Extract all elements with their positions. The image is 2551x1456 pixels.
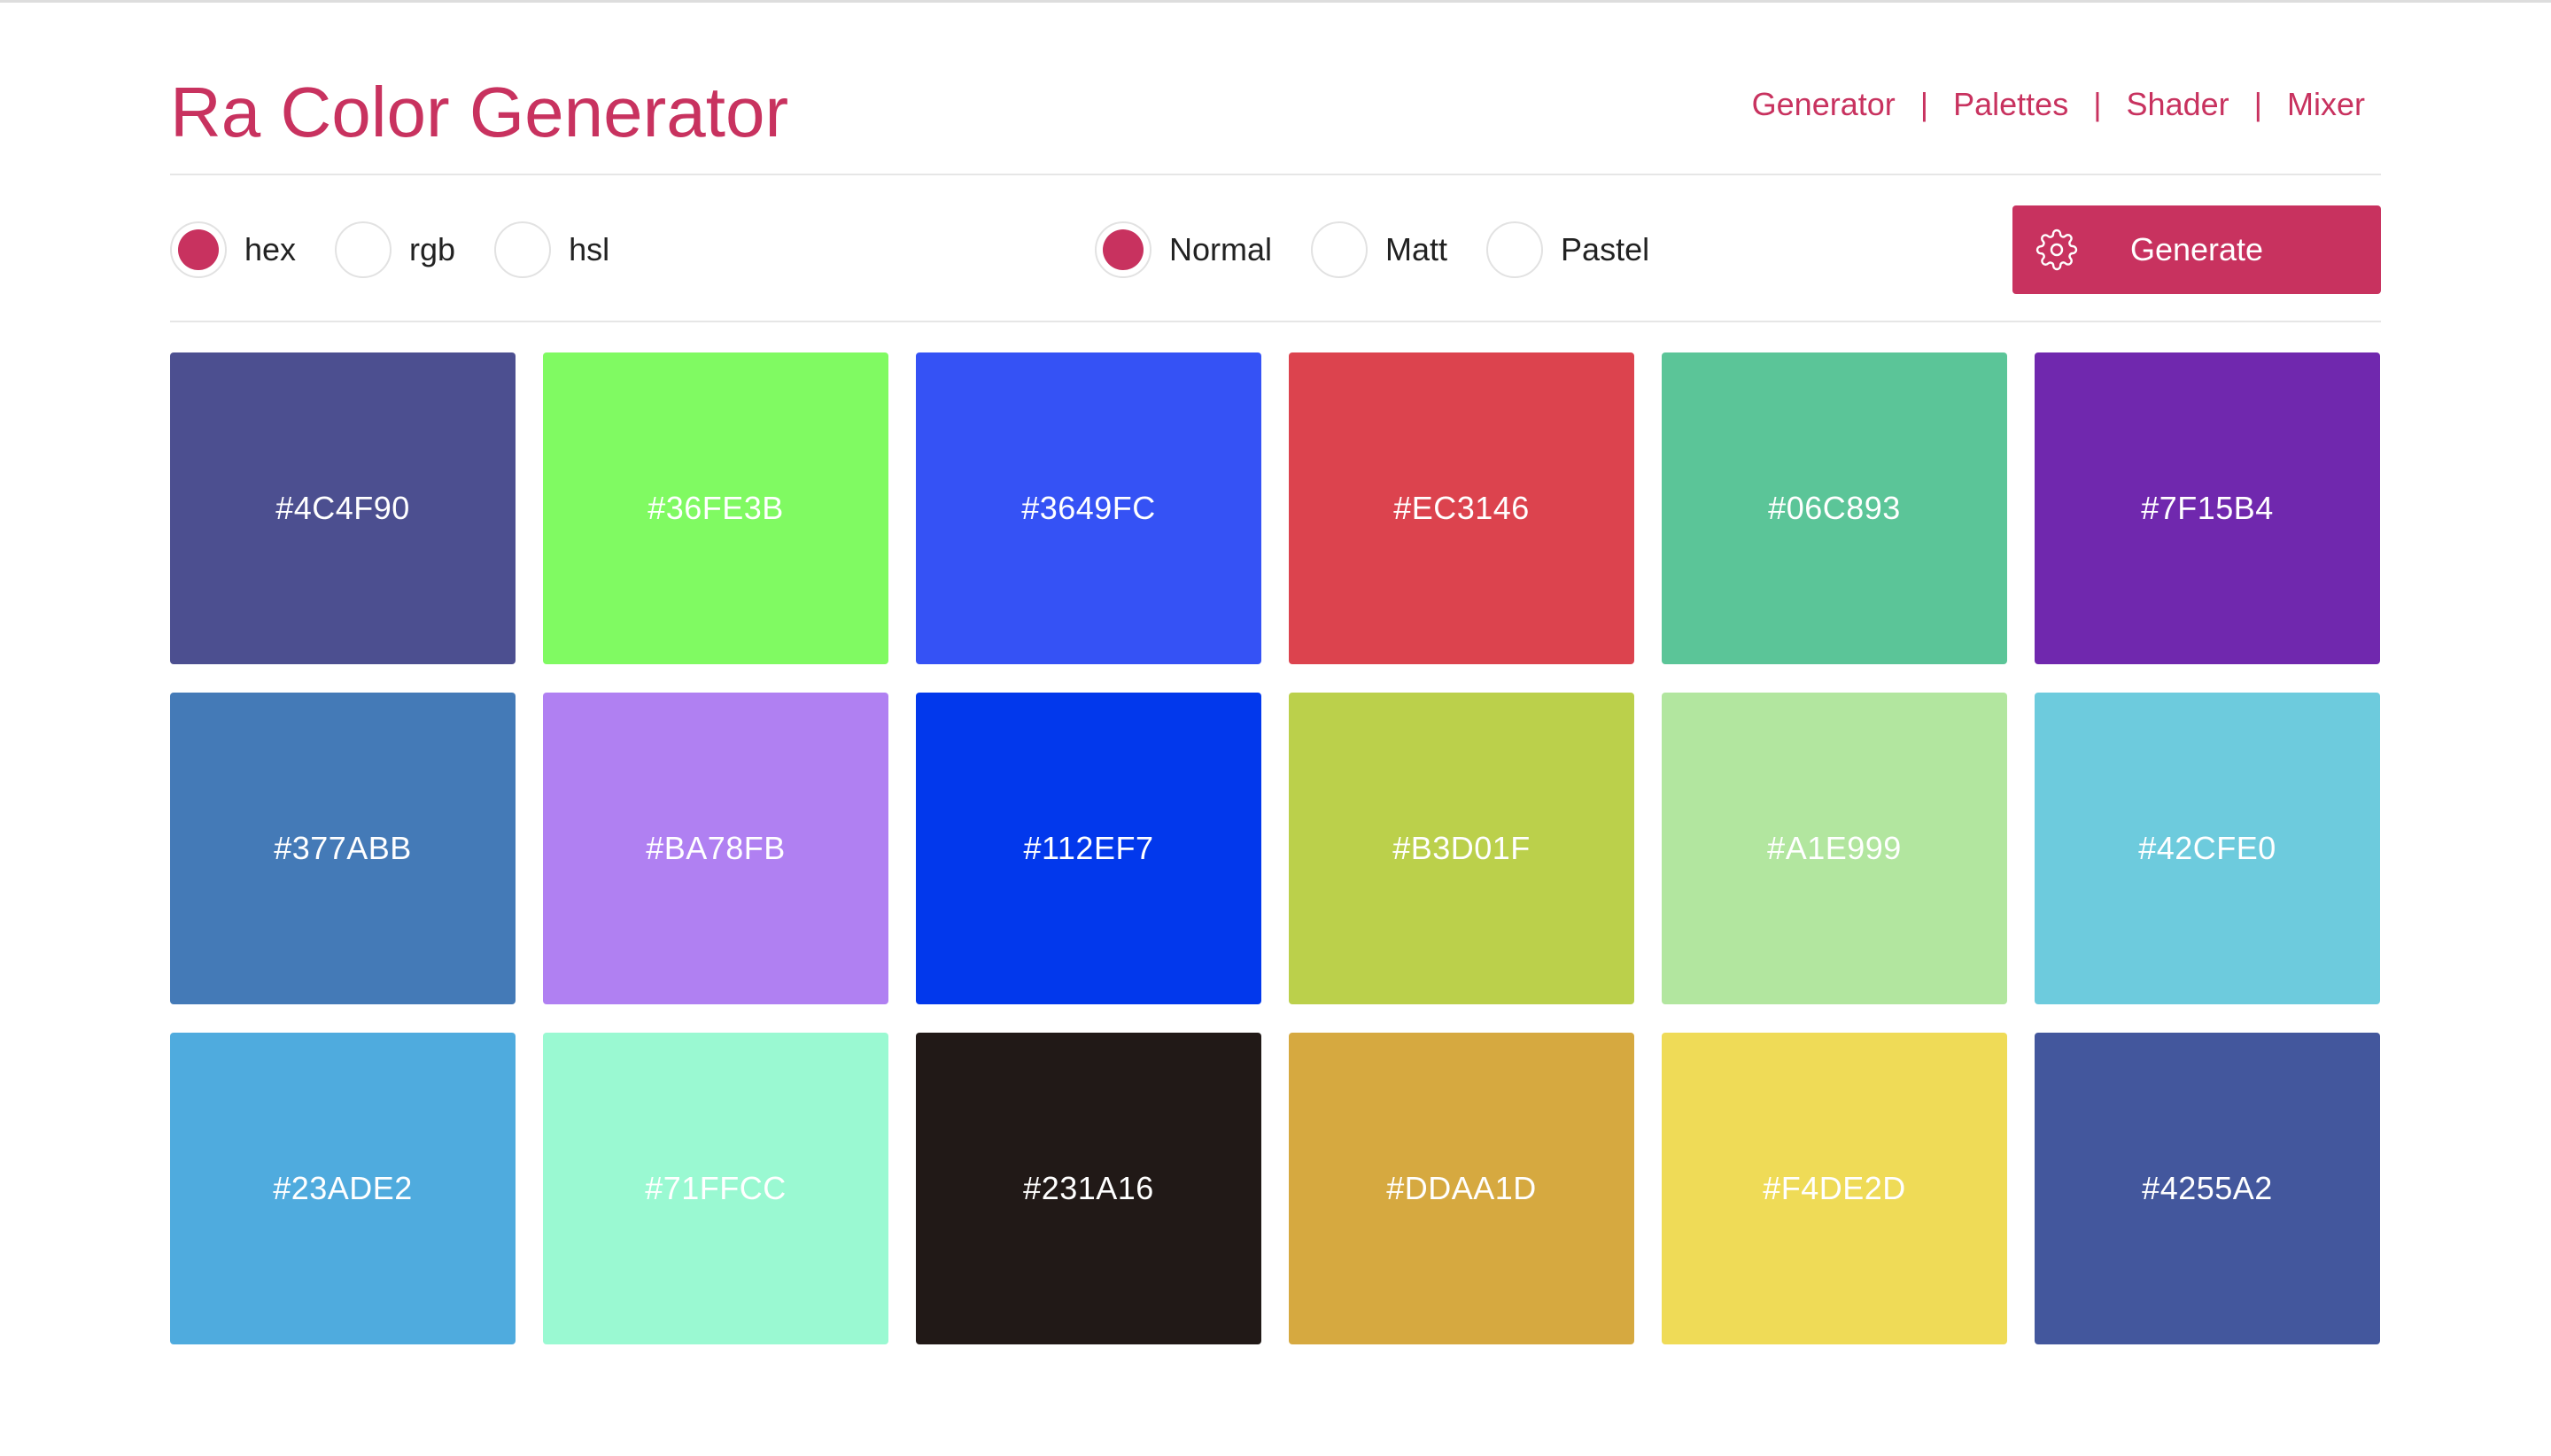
app-title: Ra Color Generator <box>170 73 789 151</box>
nav-link-generator[interactable]: Generator <box>1752 80 1896 129</box>
swatch-hex-label: #A1E999 <box>1767 830 1902 866</box>
swatch-hex-label: #F4DE2D <box>1763 1170 1906 1206</box>
style-radio-group: Normal Matt Pastel <box>1095 204 1688 296</box>
generate-button[interactable]: Generate <box>2012 205 2381 294</box>
swatch-hex-label: #42CFE0 <box>2138 830 2276 866</box>
radio-label: hex <box>244 231 297 267</box>
color-swatch[interactable]: #06C893 <box>1662 352 2007 664</box>
nav-link-shader[interactable]: Shader <box>2127 80 2229 129</box>
swatch-hex-label: #BA78FB <box>646 830 786 866</box>
radio-button-hex[interactable] <box>170 221 227 278</box>
color-swatch[interactable]: #A1E999 <box>1662 693 2007 1004</box>
swatch-hex-label: #B3D01F <box>1392 830 1531 866</box>
style-option-pastel[interactable]: Pastel <box>1486 221 1649 278</box>
swatch-hex-label: #112EF7 <box>1023 830 1154 866</box>
swatch-hex-label: #231A16 <box>1023 1170 1154 1206</box>
radio-label: Normal <box>1169 231 1273 267</box>
top-border <box>0 0 2551 3</box>
radio-label: Pastel <box>1561 231 1650 267</box>
header: Ra Color Generator Generator | Palettes … <box>170 53 2381 177</box>
swatch-hex-label: #71FFCC <box>645 1170 787 1206</box>
nav-link-mixer[interactable]: Mixer <box>2287 80 2365 129</box>
main-nav: Generator | Palettes | Shader | Mixer <box>1752 80 2365 129</box>
color-swatch[interactable]: #71FFCC <box>543 1033 888 1344</box>
color-swatch[interactable]: #4C4F90 <box>170 352 516 664</box>
controls-bar: hex rgb hsl Normal Matt Pastel Generate <box>170 204 2381 296</box>
swatch-hex-label: #EC3146 <box>1393 490 1530 526</box>
nav-link-palettes[interactable]: Palettes <box>1953 80 2068 129</box>
generate-button-label: Generate <box>2129 231 2264 267</box>
radio-label: hsl <box>569 231 610 267</box>
color-swatch[interactable]: #231A16 <box>916 1033 1261 1344</box>
color-swatch[interactable]: #23ADE2 <box>170 1033 516 1344</box>
nav-separator: | <box>2253 86 2262 122</box>
swatch-hex-label: #4255A2 <box>2142 1170 2273 1206</box>
controls-divider <box>170 321 2381 322</box>
color-swatch[interactable]: #36FE3B <box>543 352 888 664</box>
color-swatch[interactable]: #4255A2 <box>2035 1033 2380 1344</box>
nav-separator: | <box>2093 86 2102 122</box>
color-swatch[interactable]: #DDAA1D <box>1289 1033 1634 1344</box>
color-swatch[interactable]: #377ABB <box>170 693 516 1004</box>
radio-button-pastel[interactable] <box>1486 221 1544 278</box>
swatch-hex-label: #3649FC <box>1021 490 1156 526</box>
color-swatch[interactable]: #3649FC <box>916 352 1261 664</box>
style-option-matt[interactable]: Matt <box>1311 221 1447 278</box>
color-swatch[interactable]: #F4DE2D <box>1662 1033 2007 1344</box>
swatch-hex-label: #7F15B4 <box>2141 490 2274 526</box>
nav-separator: | <box>1919 86 1929 122</box>
radio-label: Matt <box>1385 231 1448 267</box>
format-option-hsl[interactable]: hsl <box>494 221 609 278</box>
radio-button-rgb[interactable] <box>335 221 392 278</box>
format-option-rgb[interactable]: rgb <box>335 221 455 278</box>
swatch-hex-label: #23ADE2 <box>273 1170 413 1206</box>
radio-label: rgb <box>409 231 456 267</box>
color-swatch[interactable]: #B3D01F <box>1289 693 1634 1004</box>
radio-button-matt[interactable] <box>1311 221 1369 278</box>
style-option-normal[interactable]: Normal <box>1095 221 1272 278</box>
swatch-hex-label: #06C893 <box>1768 490 1901 526</box>
color-swatch[interactable]: #112EF7 <box>916 693 1261 1004</box>
radio-button-hsl[interactable] <box>494 221 552 278</box>
swatch-hex-label: #377ABB <box>274 830 412 866</box>
format-radio-group: hex rgb hsl <box>170 204 648 296</box>
color-swatch[interactable]: #BA78FB <box>543 693 888 1004</box>
format-option-hex[interactable]: hex <box>170 221 296 278</box>
color-swatch[interactable]: #EC3146 <box>1289 352 1634 664</box>
swatch-hex-label: #36FE3B <box>647 490 784 526</box>
header-divider <box>170 174 2381 175</box>
swatch-hex-label: #DDAA1D <box>1386 1170 1537 1206</box>
radio-button-normal[interactable] <box>1095 221 1151 278</box>
color-swatch[interactable]: #7F15B4 <box>2035 352 2380 664</box>
swatch-grid: #4C4F90 #36FE3B #3649FC #EC3146 #06C893 … <box>170 352 2381 1344</box>
color-swatch[interactable]: #42CFE0 <box>2035 693 2380 1004</box>
swatch-hex-label: #4C4F90 <box>275 490 410 526</box>
